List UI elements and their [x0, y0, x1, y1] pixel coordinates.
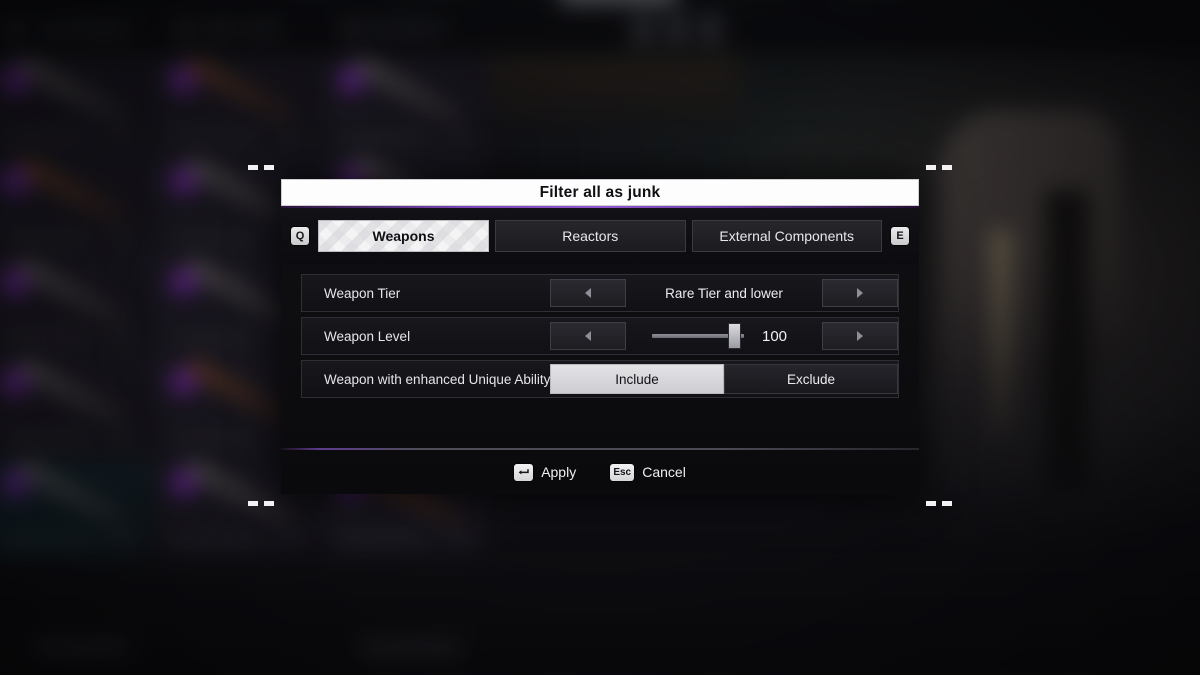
toggle-option-exclude-label: Exclude	[786, 371, 836, 387]
tab-reactors[interactable]: Reactors	[495, 220, 686, 252]
toggle-option-include-label: Include	[615, 371, 659, 387]
cancel-button[interactable]: Esc Cancel	[610, 463, 686, 481]
weapon-tier-next-button[interactable]	[822, 279, 898, 307]
category-tab-bar: Q Weapons Reactors External Components E	[281, 208, 919, 264]
background-currency-row	[360, 641, 460, 655]
background-inventory-cell	[0, 358, 152, 456]
background-icon-chip	[700, 12, 722, 46]
prev-tab-key-badge[interactable]: Q	[291, 227, 309, 245]
apply-button-label: Apply	[541, 464, 577, 480]
background-inventory-cell	[324, 56, 488, 153]
tab-weapons-label: Weapons	[372, 228, 435, 244]
toggle-option-include[interactable]: Include	[550, 364, 724, 394]
weapon-tier-value: Rare Tier and lower	[665, 285, 783, 301]
background-icon-chip	[178, 22, 194, 38]
background-icon-chip	[212, 22, 228, 38]
filter-all-as-junk-dialog: Filter all as junk Q Weapons Reactors Ex…	[248, 165, 952, 506]
tab-reactors-label: Reactors	[562, 228, 619, 244]
background-icon-chip	[6, 22, 22, 38]
background-scenery-beam	[990, 230, 1012, 440]
background-filter-chip	[240, 24, 280, 35]
weapon-tier-label: Weapon Tier	[324, 285, 401, 301]
weapon-tier-prev-button[interactable]	[550, 279, 626, 307]
dialog-title-bar: Filter all as junk	[281, 179, 919, 206]
background-filter-chip	[38, 24, 130, 35]
background-icon-chip	[632, 12, 654, 46]
background-inventory-cell	[0, 257, 152, 355]
background-filter-chip	[368, 24, 442, 35]
tab-weapons[interactable]: Weapons	[318, 220, 489, 252]
background-currency-row	[32, 641, 128, 655]
background-inventory-cell	[0, 156, 152, 254]
tab-external-components-label: External Components	[719, 228, 855, 244]
esc-key-icon: Esc	[610, 463, 635, 481]
weapon-level-value: 100	[762, 327, 788, 345]
background-inventory-cell	[0, 459, 152, 556]
enhanced-unique-ability-toggle: Include Exclude	[550, 364, 898, 394]
caret-left-icon	[585, 288, 591, 298]
background-detail-panel	[490, 56, 740, 126]
enter-key-icon	[514, 463, 534, 481]
enhanced-unique-ability-label: Weapon with enhanced Unique Ability	[324, 371, 551, 387]
weapon-level-slider-handle[interactable]	[728, 323, 741, 349]
background-character-model	[940, 110, 1120, 540]
dialog-title: Filter all as junk	[539, 183, 661, 201]
next-tab-key-badge[interactable]: E	[891, 227, 909, 245]
background-inventory-cell	[156, 56, 320, 153]
tab-external-components[interactable]: External Components	[691, 220, 882, 252]
corner-marker-bottom-right	[926, 501, 952, 508]
background-active-nav-tab	[560, 0, 678, 4]
caret-right-icon	[857, 331, 863, 341]
corner-marker-top-left	[248, 165, 274, 172]
caret-right-icon	[857, 288, 863, 298]
background-scenery-pillar	[1045, 190, 1089, 490]
background-inventory-cell	[0, 56, 152, 153]
weapon-level-prev-button[interactable]	[550, 322, 626, 350]
apply-button[interactable]: Apply	[514, 463, 577, 481]
background-icon-chip	[344, 22, 360, 38]
dialog-footer: Apply Esc Cancel	[281, 450, 919, 494]
filter-row-weapon-tier: Weapon Tier Rare Tier and lower	[301, 274, 899, 312]
weapon-level-slider[interactable]	[652, 323, 744, 349]
corner-marker-bottom-left	[248, 501, 274, 508]
filter-rows: Weapon Tier Rare Tier and lower Weapon L…	[281, 264, 919, 398]
toggle-option-exclude[interactable]: Exclude	[724, 364, 898, 394]
corner-marker-top-right	[926, 165, 952, 172]
filter-row-weapon-level: Weapon Level 100	[301, 317, 899, 355]
weapon-level-next-button[interactable]	[822, 322, 898, 350]
weapon-level-slider-wrap: 100	[626, 323, 822, 349]
cancel-button-label: Cancel	[642, 464, 686, 480]
filter-row-enhanced-unique-ability: Weapon with enhanced Unique Ability Incl…	[301, 360, 899, 398]
weapon-level-label: Weapon Level	[324, 328, 411, 344]
background-icon-chip	[666, 12, 688, 46]
category-tabs: Weapons Reactors External Components	[318, 220, 882, 252]
caret-left-icon	[585, 331, 591, 341]
